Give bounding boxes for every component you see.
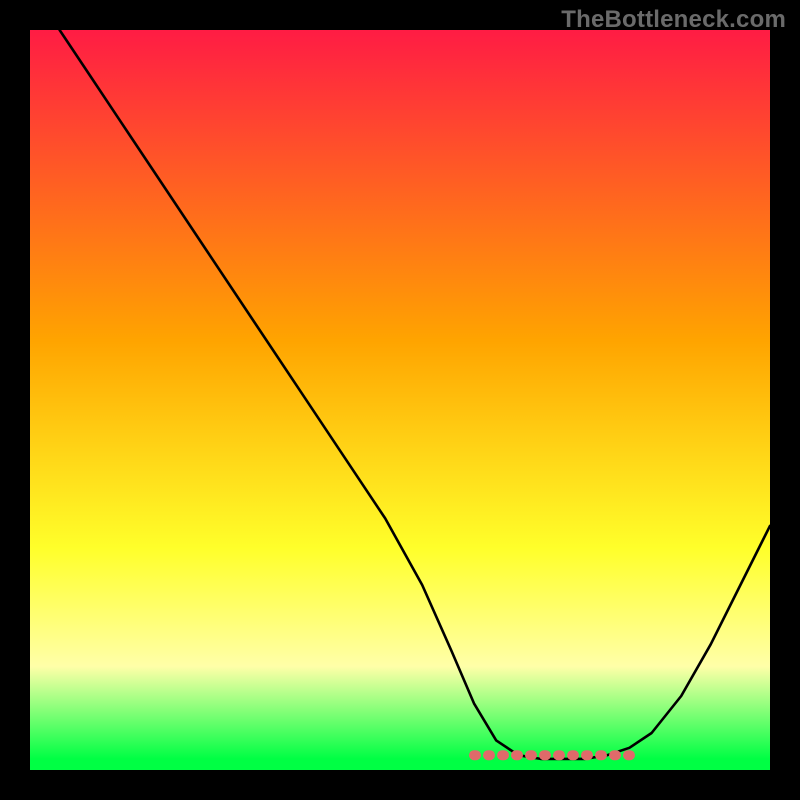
plot-area	[30, 30, 770, 770]
chart-stage: TheBottleneck.com	[0, 0, 800, 800]
watermark-text: TheBottleneck.com	[561, 6, 786, 34]
gradient-rect	[30, 30, 770, 770]
background-gradient	[30, 30, 770, 770]
